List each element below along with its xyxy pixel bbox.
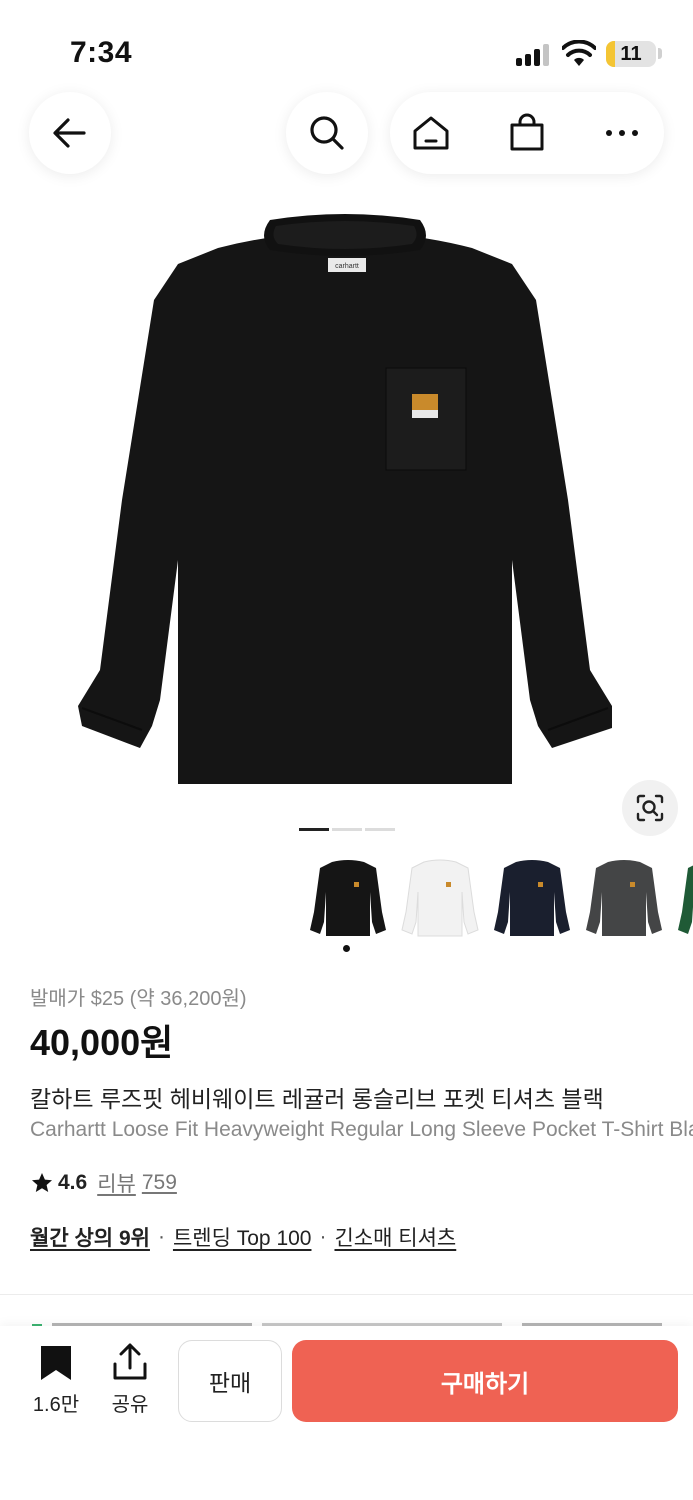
product-price: 40,000원 <box>30 1022 174 1063</box>
product-name-en: Carhartt Loose Fit Heavyweight Regular L… <box>30 1118 693 1141</box>
product-main-image[interactable]: carhartt <box>60 200 630 800</box>
wifi-icon <box>562 40 596 66</box>
home-icon[interactable] <box>411 113 451 153</box>
buy-button[interactable]: 구매하기 <box>292 1340 678 1422</box>
arrow-left-icon <box>53 118 86 148</box>
more-dots-icon[interactable] <box>602 113 642 153</box>
image-search-icon <box>636 794 664 822</box>
release-price: 발매가 $25 (약 36,200원) <box>30 988 247 1010</box>
tag-separator: · <box>157 1225 165 1248</box>
status-bar: 7:34 11 <box>0 0 693 90</box>
search-button[interactable] <box>286 92 368 174</box>
share-icon <box>113 1343 147 1380</box>
thumbnail-green[interactable] <box>676 852 693 942</box>
battery-level: 11 <box>620 43 642 65</box>
share-label: 공유 <box>111 1394 149 1416</box>
tag-category[interactable]: 긴소매 티셔츠 <box>334 1222 456 1252</box>
rating-score: 4.6 <box>58 1171 88 1194</box>
carousel-dash-3 <box>365 828 395 831</box>
shipping-info-peek <box>30 1312 670 1326</box>
thumbnail-navy[interactable] <box>492 852 572 942</box>
star-icon <box>32 1173 52 1192</box>
battery-icon: 11 <box>606 41 656 67</box>
reviews-count[interactable]: 759 <box>142 1171 177 1195</box>
back-button[interactable] <box>29 92 111 174</box>
thumbnail-charcoal[interactable] <box>584 852 664 942</box>
sell-button[interactable]: 판매 <box>178 1340 282 1422</box>
carousel-dash-1 <box>299 828 329 831</box>
shipping-peek-text <box>32 1323 662 1326</box>
image-search-button[interactable] <box>622 780 678 836</box>
bookmark-count: 1.6만 <box>32 1394 80 1416</box>
thumbnail-black[interactable] <box>308 852 388 942</box>
tag-trending[interactable]: 트렌딩 Top 100 <box>173 1222 312 1252</box>
carousel-indicator <box>299 828 399 832</box>
section-divider <box>0 1294 693 1295</box>
bookmark-icon <box>41 1346 71 1380</box>
thumbnail-white[interactable] <box>400 852 480 942</box>
reviews-label[interactable]: 리뷰 <box>97 1168 136 1198</box>
svg-text:carhartt: carhartt <box>335 263 359 270</box>
shopping-bag-icon[interactable] <box>507 113 547 153</box>
bottom-action-bar: 1.6만 공유 판매 구매하기 <box>0 1326 693 1500</box>
selected-thumbnail-dot <box>343 945 350 952</box>
product-name-ko: 칼하트 루즈핏 헤비웨이트 레귤러 롱슬리브 포켓 티셔츠 블랙 <box>30 1086 604 1112</box>
cellular-signal-icon <box>516 44 552 66</box>
search-icon <box>310 116 344 150</box>
bookmark-button[interactable]: 1.6만 <box>28 1342 84 1416</box>
header-actions <box>390 92 664 174</box>
color-thumbnails <box>300 852 693 944</box>
status-time: 7:34 <box>70 36 133 69</box>
tag-separator: · <box>319 1225 327 1248</box>
rating-row[interactable]: 4.6 리뷰 759 <box>30 1168 177 1198</box>
product-tags: 월간 상의 9위 · 트렌딩 Top 100 · 긴소매 티셔츠 <box>30 1222 456 1252</box>
tag-monthly-rank[interactable]: 월간 상의 9위 <box>30 1222 150 1252</box>
carousel-dash-2 <box>332 828 362 831</box>
share-button[interactable]: 공유 <box>102 1342 158 1416</box>
battery-tip <box>658 48 662 59</box>
